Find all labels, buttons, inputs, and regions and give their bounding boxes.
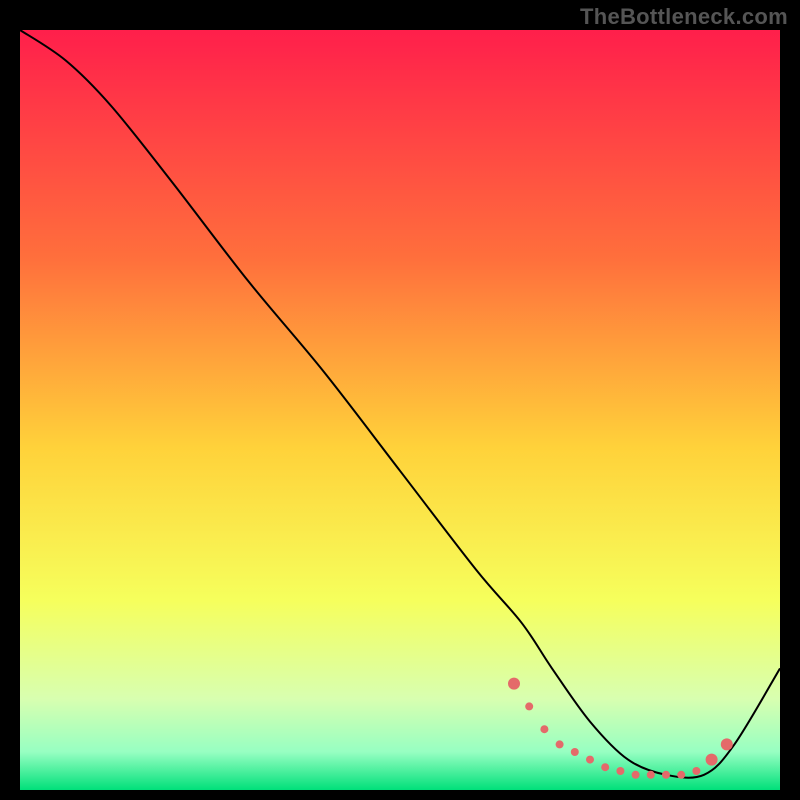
marker-point xyxy=(601,763,609,771)
marker-point xyxy=(616,767,624,775)
marker-point xyxy=(662,771,670,779)
marker-point xyxy=(677,771,685,779)
marker-point xyxy=(586,756,594,764)
plot-background xyxy=(20,30,780,790)
marker-point xyxy=(556,740,564,748)
marker-point xyxy=(632,771,640,779)
marker-point xyxy=(721,738,733,750)
watermark-text: TheBottleneck.com xyxy=(580,4,788,30)
marker-point xyxy=(508,678,520,690)
marker-point xyxy=(706,754,718,766)
marker-point xyxy=(525,702,533,710)
marker-point xyxy=(692,767,700,775)
chart-stage: TheBottleneck.com xyxy=(0,0,800,800)
chart-svg xyxy=(20,30,780,790)
marker-point xyxy=(540,725,548,733)
marker-point xyxy=(647,771,655,779)
marker-point xyxy=(571,748,579,756)
